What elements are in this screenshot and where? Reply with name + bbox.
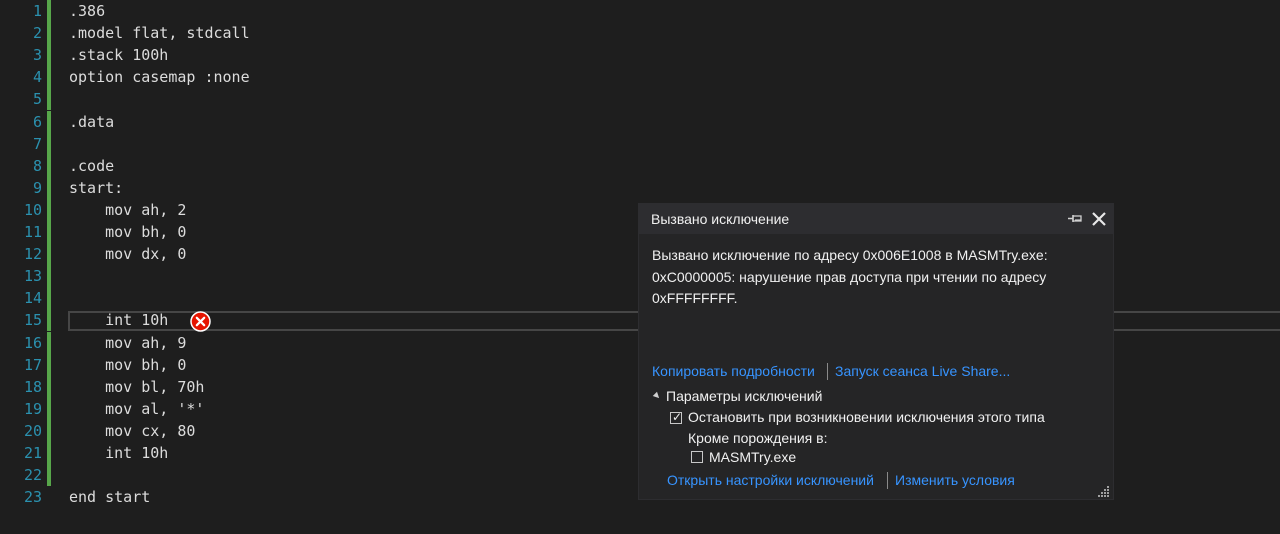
- edit-conditions-link[interactable]: Изменить условия: [895, 472, 1015, 488]
- change-marker: [47, 265, 51, 288]
- exception-settings-title: Параметры исключений: [666, 388, 823, 404]
- open-exception-settings-link[interactable]: Открыть настройки исключений: [667, 472, 874, 488]
- change-marker: [47, 22, 51, 45]
- code-text: .386: [69, 2, 106, 20]
- checkmark-icon: ✓: [672, 410, 683, 424]
- code-line[interactable]: 3 .stack 100h: [0, 44, 1280, 67]
- code-line[interactable]: 1 .386: [0, 0, 1280, 22]
- change-marker: [47, 176, 51, 199]
- exception-popup: Вызвано исключение Вызвано исключение по…: [638, 203, 1114, 500]
- live-share-link[interactable]: Запуск сеанса Live Share...: [835, 363, 1010, 379]
- close-icon[interactable]: [1090, 210, 1108, 228]
- change-marker: [47, 221, 51, 243]
- line-number: 9: [32, 178, 42, 197]
- change-marker: [47, 198, 51, 221]
- code-text: mov ah, 2: [69, 200, 187, 219]
- code-line[interactable]: 9 start:: [0, 176, 1280, 199]
- code-text: int 10h: [69, 444, 169, 462]
- change-marker: [47, 353, 51, 376]
- line-number: 8: [32, 156, 42, 175]
- change-marker: [47, 331, 51, 354]
- code-text: .stack 100h: [69, 46, 169, 65]
- except-when-label: Кроме порождения в:: [688, 430, 828, 446]
- code-line[interactable]: 8 .code: [0, 154, 1280, 177]
- line-number: 15: [23, 311, 42, 330]
- exception-message: Вызвано исключение по адресу 0x006E1008 …: [652, 245, 1102, 310]
- popup-title: Вызвано исключение: [651, 211, 790, 227]
- break-on-exception-checkbox[interactable]: ✓: [670, 410, 683, 424]
- code-text: .code: [69, 156, 115, 175]
- code-text: mov ah, 9: [69, 333, 187, 352]
- code-line[interactable]: 7: [0, 132, 1280, 155]
- exception-message-line-3: 0xFFFFFFFF.: [652, 290, 738, 306]
- line-number: 10: [23, 200, 42, 219]
- code-line[interactable]: 2 .model flat, stdcall: [0, 22, 1280, 45]
- code-text: .data: [69, 112, 115, 131]
- line-number: 22: [23, 466, 42, 485]
- change-marker: [47, 0, 51, 22]
- change-marker: [47, 66, 51, 89]
- change-marker: [47, 287, 51, 310]
- line-number: 7: [32, 134, 42, 153]
- line-number: 3: [32, 46, 42, 65]
- code-text: int 10h: [69, 311, 169, 330]
- line-number: 16: [23, 333, 42, 352]
- line-number: 5: [32, 90, 42, 109]
- line-number: 6: [32, 112, 42, 131]
- collapse-triangle-icon: [652, 391, 662, 401]
- change-marker: [47, 243, 51, 266]
- line-number: 12: [23, 245, 42, 264]
- exception-message-line-1: Вызвано исключение по адресу 0x006E1008 …: [652, 247, 1048, 263]
- exception-message-line-2: 0xC0000005: нарушение прав доступа при ч…: [652, 268, 1047, 285]
- pin-icon[interactable]: [1067, 210, 1085, 228]
- copy-details-link[interactable]: Копировать подробности: [652, 363, 815, 379]
- resize-grip-icon[interactable]: [1098, 485, 1110, 497]
- code-text: option casemap :none: [69, 68, 250, 87]
- exception-settings-toggle[interactable]: Параметры исключений: [652, 388, 823, 404]
- line-number: 2: [32, 24, 42, 43]
- code-text: mov cx, 80: [69, 421, 196, 440]
- line-number: 18: [23, 377, 42, 396]
- change-marker: [47, 44, 51, 67]
- line-number: 14: [23, 289, 42, 308]
- break-on-exception-label: Остановить при возникновении исключения …: [688, 409, 1045, 425]
- change-marker: [47, 309, 51, 332]
- code-editor[interactable]: 1 .386 2 .model flat, stdcall 3 .stack 100h 4 o…: [0, 0, 1280, 534]
- line-number: 23: [23, 488, 42, 507]
- change-marker: [47, 88, 51, 111]
- change-marker: [47, 442, 51, 464]
- line-number: 17: [23, 355, 42, 374]
- code-line[interactable]: 4 option casemap :none: [0, 66, 1280, 89]
- code-line[interactable]: 5: [0, 88, 1280, 111]
- line-number: 21: [23, 444, 42, 462]
- code-text: mov bh, 0: [69, 223, 187, 241]
- change-marker: [47, 419, 51, 442]
- code-text: mov bl, 70h: [69, 377, 205, 396]
- code-text: .model flat, stdcall: [69, 24, 250, 43]
- code-text: mov al, '*': [69, 399, 205, 418]
- change-marker: [47, 375, 51, 398]
- line-number: 11: [23, 223, 42, 241]
- code-text: mov dx, 0: [69, 245, 187, 264]
- change-marker: [47, 397, 51, 420]
- line-number: 1: [32, 2, 42, 20]
- link-separator: [827, 363, 828, 380]
- change-marker: [47, 132, 51, 155]
- code-text: start:: [69, 178, 124, 197]
- code-text: mov bh, 0: [69, 355, 187, 374]
- line-number: 19: [23, 399, 42, 418]
- line-number: 13: [23, 267, 42, 286]
- module-label: MASMTry.exe: [709, 449, 797, 465]
- change-marker: [47, 154, 51, 177]
- line-number: 4: [32, 68, 42, 87]
- popup-header: Вызвано исключение: [639, 204, 1113, 234]
- link-separator-2: [887, 472, 888, 489]
- change-marker: [47, 110, 51, 133]
- change-marker: [47, 464, 51, 487]
- code-text: end start: [69, 488, 151, 507]
- code-line[interactable]: 6 .data: [0, 110, 1280, 133]
- module-checkbox[interactable]: [691, 451, 703, 463]
- line-number: 20: [23, 421, 42, 440]
